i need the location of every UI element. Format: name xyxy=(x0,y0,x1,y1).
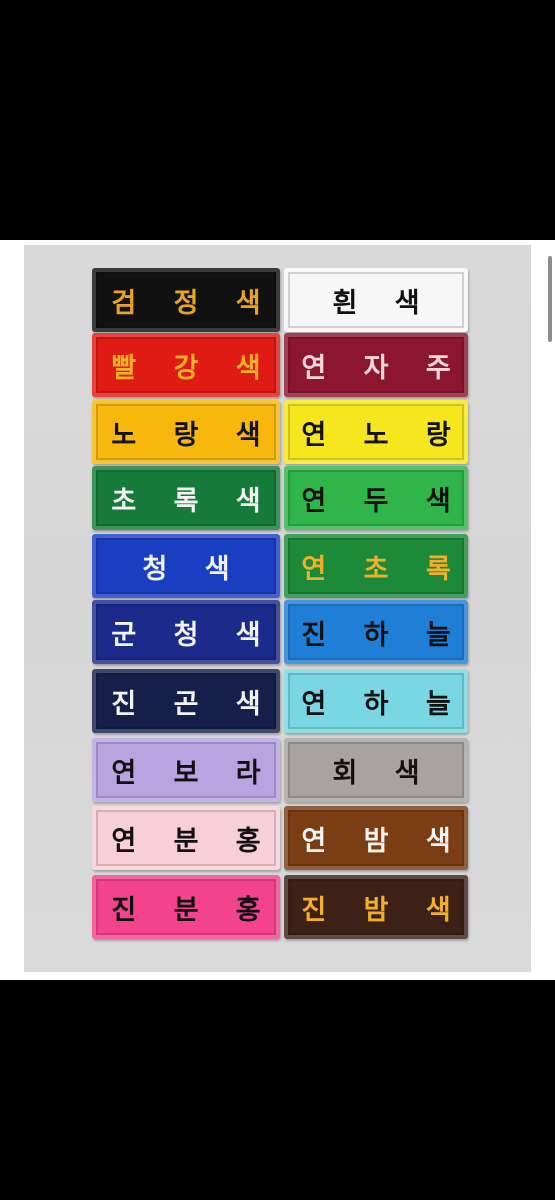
patch-label: 노 랑 색 xyxy=(111,419,275,451)
color-patch: 군 청 색 xyxy=(92,600,280,664)
color-patch: 진 곤 색 xyxy=(92,669,280,733)
color-patch: 연 초 록 xyxy=(284,534,468,598)
patch-label: 초 록 색 xyxy=(111,485,275,517)
color-patch: 노 랑 색 xyxy=(92,400,280,464)
patch-label: 연 밤 색 xyxy=(301,825,465,857)
color-patch: 연 노 랑 xyxy=(284,400,468,464)
patch-label: 청 색 xyxy=(142,553,244,585)
color-patch: 진 밤 색 xyxy=(284,875,468,939)
color-patch: 회 색 xyxy=(284,738,468,802)
patch-label: 진 곤 색 xyxy=(111,688,275,720)
color-patch: 빨 강 색 xyxy=(92,333,280,397)
color-patch: 검 정 색 xyxy=(92,268,280,332)
patch-label: 연 노 랑 xyxy=(301,419,465,451)
color-patch: 초 록 색 xyxy=(92,466,280,530)
patch-label: 연 자 주 xyxy=(301,352,465,384)
color-patch: 연 하 늘 xyxy=(284,669,468,733)
patch-label: 연 보 라 xyxy=(111,757,275,789)
color-patch: 연 분 홍 xyxy=(92,806,280,870)
patch-label: 군 청 색 xyxy=(111,619,275,651)
color-patch: 연 밤 색 xyxy=(284,806,468,870)
patch-label: 흰 색 xyxy=(332,287,434,319)
patch-label: 빨 강 색 xyxy=(111,352,275,384)
patch-label: 연 하 늘 xyxy=(301,688,465,720)
patch-label: 검 정 색 xyxy=(111,287,275,319)
color-patch: 연 보 라 xyxy=(92,738,280,802)
patch-label: 연 초 록 xyxy=(301,553,465,585)
patch-label: 진 분 홍 xyxy=(111,894,275,926)
patch-label: 연 분 홍 xyxy=(111,825,275,857)
patch-label: 회 색 xyxy=(332,757,434,789)
color-patch: 연 자 주 xyxy=(284,333,468,397)
patch-label: 진 하 늘 xyxy=(301,619,465,651)
color-patch: 진 하 늘 xyxy=(284,600,468,664)
color-patch: 흰 색 xyxy=(284,268,468,332)
color-patch: 연 두 색 xyxy=(284,466,468,530)
color-patch: 청 색 xyxy=(92,534,280,598)
patch-label: 진 밤 색 xyxy=(301,894,465,926)
scrollbar[interactable] xyxy=(548,256,552,342)
patch-label: 연 두 색 xyxy=(301,485,465,517)
color-patch: 진 분 홍 xyxy=(92,875,280,939)
